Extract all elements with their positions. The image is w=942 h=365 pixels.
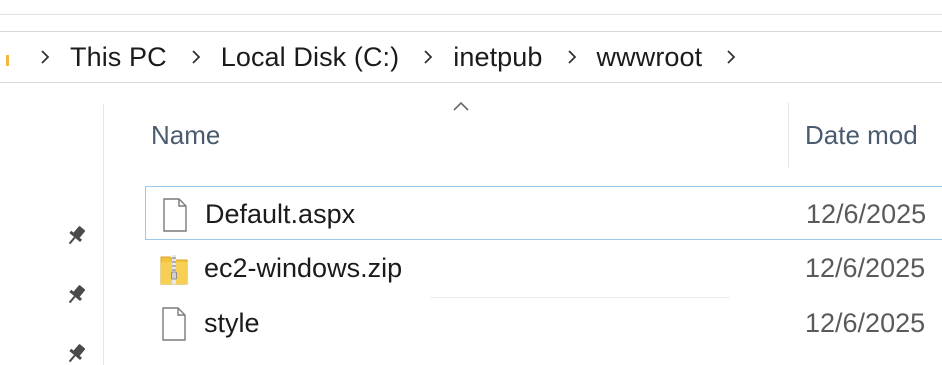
chevron-right-icon[interactable]	[417, 46, 439, 68]
address-bar-folder-icon	[6, 55, 9, 66]
file-name: Default.aspx	[205, 199, 356, 229]
row-divider	[430, 297, 730, 298]
file-name: ec2-windows.zip	[204, 253, 403, 283]
navigation-pane-divider[interactable]	[103, 104, 104, 365]
address-bar[interactable]: This PC Local Disk (C:) inetpub wwwroot	[0, 31, 942, 83]
chevron-right-icon[interactable]	[561, 46, 583, 68]
file-icon	[163, 198, 187, 232]
zip-folder-icon	[160, 255, 188, 285]
file-row-style[interactable]: style 12/6/2025	[145, 296, 942, 350]
toolbar-divider	[0, 14, 942, 15]
breadcrumb-item-inetpub[interactable]: inetpub	[453, 42, 542, 73]
pin-icon[interactable]	[62, 340, 90, 365]
column-header-name[interactable]: Name	[151, 120, 220, 156]
pin-icon[interactable]	[62, 222, 90, 250]
file-name: style	[204, 308, 260, 338]
column-resize-handle[interactable]	[788, 103, 789, 168]
breadcrumb-item-wwwroot[interactable]: wwwroot	[597, 42, 703, 73]
breadcrumb-item-local-disk[interactable]: Local Disk (C:)	[221, 42, 400, 73]
file-date-modified: 12/6/2025	[806, 199, 927, 229]
file-row-default-aspx[interactable]: Default.aspx 12/6/2025	[145, 186, 942, 240]
chevron-right-icon[interactable]	[720, 46, 742, 68]
file-explorer-window: This PC Local Disk (C:) inetpub wwwroot	[0, 0, 942, 365]
chevron-right-icon[interactable]	[185, 46, 207, 68]
file-date-modified: 12/6/2025	[805, 308, 926, 338]
file-icon	[162, 307, 186, 341]
breadcrumb: This PC Local Disk (C:) inetpub wwwroot	[34, 32, 756, 82]
file-row-ec2-windows-zip[interactable]: ec2-windows.zip 12/6/2025	[145, 241, 942, 295]
column-header-date-modified[interactable]: Date mod	[805, 120, 918, 156]
sort-ascending-icon	[453, 101, 469, 111]
chevron-right-icon[interactable]	[34, 46, 56, 68]
file-date-modified: 12/6/2025	[805, 253, 926, 283]
breadcrumb-item-this-pc[interactable]: This PC	[70, 42, 167, 73]
pin-icon[interactable]	[62, 281, 90, 309]
